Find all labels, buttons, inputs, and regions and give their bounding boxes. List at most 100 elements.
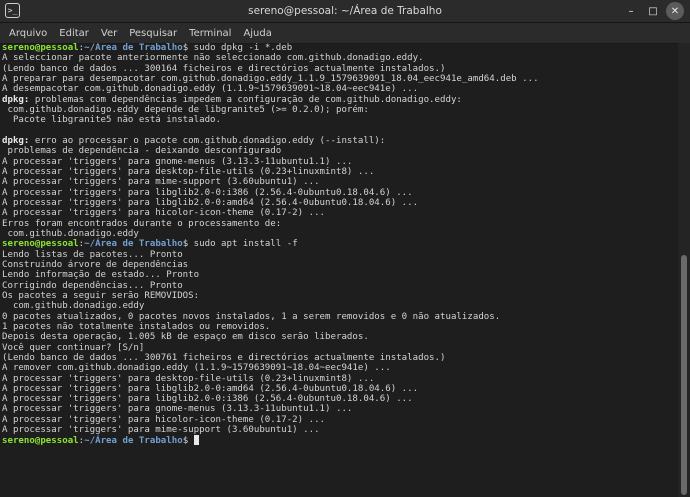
output-text: Construindo árvore de dependências bbox=[2, 259, 189, 270]
output-line: Você quer continuar? [S/n] bbox=[2, 343, 676, 353]
output-line: Os pacotes a seguir serão REMOVIDOS: bbox=[2, 291, 676, 301]
menu-bar: Arquivo Editar Ver Pesquisar Terminal Aj… bbox=[0, 23, 690, 44]
prompt-line: sereno@pessoal:~/Área de Trabalho$ sudo … bbox=[2, 239, 676, 249]
output-text: Erros foram encontrados durante o proces… bbox=[2, 218, 282, 229]
output-line: 0 pacotes atualizados, 0 pacotes novos i… bbox=[2, 312, 676, 322]
output-text: A processar 'triggers' para libglib2.0-0… bbox=[2, 197, 419, 208]
output-text: 1 pacotes não totalmente instalados ou r… bbox=[2, 321, 271, 332]
output-text: problemas com dependências impedem a con… bbox=[29, 94, 462, 105]
output-text: 0 pacotes atualizados, 0 pacotes novos i… bbox=[2, 311, 501, 322]
command-text: sudo apt install -f bbox=[188, 239, 298, 250]
prompt-path: ~/Área de Trabalho bbox=[84, 239, 183, 250]
error-prefix: dpkg: bbox=[2, 94, 30, 105]
output-line: Lendo informação de estado... Pronto bbox=[2, 270, 676, 280]
output-line: (Lendo banco de dados ... 300164 ficheir… bbox=[2, 64, 676, 74]
prompt-line: sereno@pessoal:~/Área de Trabalho$ sudo … bbox=[2, 43, 676, 53]
output-line: A processar 'triggers' para desktop-file… bbox=[2, 167, 676, 177]
output-line: com.github.donadigo.eddy bbox=[2, 229, 676, 239]
output-text: A preparar para desempacotar com.github.… bbox=[2, 73, 539, 84]
output-text: A processar 'triggers' para libglib2.0-0… bbox=[2, 187, 413, 198]
terminal-glyph: >_ bbox=[7, 5, 18, 15]
command-text: sudo dpkg -i *.deb bbox=[188, 43, 293, 53]
output-text: A processar 'triggers' para mime-support… bbox=[2, 425, 320, 436]
output-line: A processar 'triggers' para libglib2.0-0… bbox=[2, 394, 676, 404]
output-text: Corrigindo dependências... Pronto bbox=[2, 280, 183, 291]
error-prefix: dpkg: bbox=[2, 135, 30, 146]
output-line: Depois desta operação, 1.005 kB de espaç… bbox=[2, 332, 676, 342]
prompt-path: ~/Área de Trabalho bbox=[84, 43, 183, 53]
menu-terminal[interactable]: Terminal bbox=[183, 28, 237, 39]
output-line: (Lendo banco de dados ... 300761 ficheir… bbox=[2, 353, 676, 363]
output-line: A processar 'triggers' para hicolor-icon… bbox=[2, 415, 676, 425]
prompt-user: sereno@pessoal bbox=[2, 239, 79, 250]
output-line: A processar 'triggers' para hicolor-icon… bbox=[2, 208, 676, 218]
output-line: Construindo árvore de dependências bbox=[2, 260, 676, 270]
menu-pesquisar[interactable]: Pesquisar bbox=[123, 28, 183, 39]
output-line: Pacote libgranite5 não está instalado. bbox=[2, 115, 676, 125]
output-text: (Lendo banco de dados ... 300164 ficheir… bbox=[2, 63, 446, 74]
output-line: A processar 'triggers' para libglib2.0-0… bbox=[2, 384, 676, 394]
output-text: A remover com.github.donadigo.eddy (1.1.… bbox=[2, 363, 391, 374]
output-line: dpkg: problemas com dependências impedem… bbox=[2, 95, 676, 105]
output-line: A seleccionar pacote anteriormente não s… bbox=[2, 53, 676, 63]
output-line: Erros foram encontrados durante o proces… bbox=[2, 219, 676, 229]
output-text: Pacote libgranite5 não está instalado. bbox=[2, 115, 221, 126]
minimize-button[interactable]: – bbox=[622, 2, 640, 20]
output-line: 1 pacotes não totalmente instalados ou r… bbox=[2, 322, 676, 332]
close-button[interactable]: ✕ bbox=[666, 2, 684, 20]
terminal-output[interactable]: sereno@pessoal:~/Área de Trabalho$ sudo … bbox=[0, 43, 676, 497]
output-line: A processar 'triggers' para libglib2.0-0… bbox=[2, 188, 676, 198]
menu-ver[interactable]: Ver bbox=[95, 28, 123, 39]
output-text: A processar 'triggers' para gnome-menus … bbox=[2, 156, 353, 167]
output-line: com.github.donadigo.eddy depende de libg… bbox=[2, 105, 676, 115]
output-line: A processar 'triggers' para desktop-file… bbox=[2, 374, 676, 384]
output-text: A processar 'triggers' para mime-support… bbox=[2, 177, 320, 188]
output-text: (Lendo banco de dados ... 300761 ficheir… bbox=[2, 352, 446, 363]
menu-arquivo[interactable]: Arquivo bbox=[3, 28, 53, 39]
output-line: A processar 'triggers' para gnome-menus … bbox=[2, 157, 676, 167]
prompt-line: sereno@pessoal:~/Área de Trabalho$ bbox=[2, 435, 676, 447]
output-text: A processar 'triggers' para libglib2.0-0… bbox=[2, 394, 413, 405]
title-bar[interactable]: >_ sereno@pessoal: ~/Área de Trabalho – … bbox=[0, 0, 690, 23]
text-cursor bbox=[193, 435, 199, 446]
maximize-button[interactable]: □ bbox=[644, 2, 662, 20]
terminal-window: >_ sereno@pessoal: ~/Área de Trabalho – … bbox=[0, 0, 690, 497]
output-line: A remover com.github.donadigo.eddy (1.1.… bbox=[2, 363, 676, 373]
scrollbar[interactable] bbox=[678, 43, 690, 497]
output-text: Depois desta operação, 1.005 kB de espaç… bbox=[2, 332, 369, 343]
prompt-user: sereno@pessoal bbox=[2, 43, 79, 53]
output-text: problemas de dependência - deixando desc… bbox=[2, 146, 282, 157]
output-line: A desempacotar com.github.donadigo.eddy … bbox=[2, 84, 676, 94]
output-text: A processar 'triggers' para gnome-menus … bbox=[2, 404, 353, 415]
output-text: A processar 'triggers' para hicolor-icon… bbox=[2, 208, 326, 219]
menu-ajuda[interactable]: Ajuda bbox=[237, 28, 277, 39]
window-controls: – □ ✕ bbox=[622, 2, 684, 20]
prompt-path: ~/Área de Trabalho bbox=[84, 436, 183, 447]
scrollbar-thumb[interactable] bbox=[681, 255, 687, 495]
output-line: dpkg: erro ao processar o pacote com.git… bbox=[2, 136, 676, 146]
output-text: Os pacotes a seguir serão REMOVIDOS: bbox=[2, 290, 200, 301]
output-text: A desempacotar com.github.donadigo.eddy … bbox=[2, 84, 419, 95]
output-text: A processar 'triggers' para hicolor-icon… bbox=[2, 414, 326, 425]
output-line: A processar 'triggers' para mime-support… bbox=[2, 425, 676, 435]
output-text: Você quer continuar? [S/n] bbox=[2, 342, 145, 353]
prompt-user: sereno@pessoal bbox=[2, 436, 79, 447]
window-title: sereno@pessoal: ~/Área de Trabalho bbox=[248, 5, 442, 17]
output-text: A processar 'triggers' para desktop-file… bbox=[2, 373, 375, 384]
output-text: erro ao processar o pacote com.github.do… bbox=[29, 135, 386, 146]
menu-editar[interactable]: Editar bbox=[53, 28, 95, 39]
output-text: Lendo informação de estado... Pronto bbox=[2, 270, 200, 281]
output-line: Corrigindo dependências... Pronto bbox=[2, 281, 676, 291]
output-line: A processar 'triggers' para libglib2.0-0… bbox=[2, 198, 676, 208]
output-text: com.github.donadigo.eddy bbox=[2, 301, 145, 312]
terminal-app-icon: >_ bbox=[5, 3, 20, 18]
output-line: A processar 'triggers' para mime-support… bbox=[2, 177, 676, 187]
output-text: A processar 'triggers' para desktop-file… bbox=[2, 166, 375, 177]
output-line: Lendo listas de pacotes... Pronto bbox=[2, 250, 676, 260]
output-text: A seleccionar pacote anteriormente não s… bbox=[2, 53, 424, 64]
output-text: Lendo listas de pacotes... Pronto bbox=[2, 249, 183, 260]
output-text: com.github.donadigo.eddy depende de libg… bbox=[2, 104, 369, 115]
output-line: com.github.donadigo.eddy bbox=[2, 301, 676, 311]
output-line: A processar 'triggers' para gnome-menus … bbox=[2, 404, 676, 414]
